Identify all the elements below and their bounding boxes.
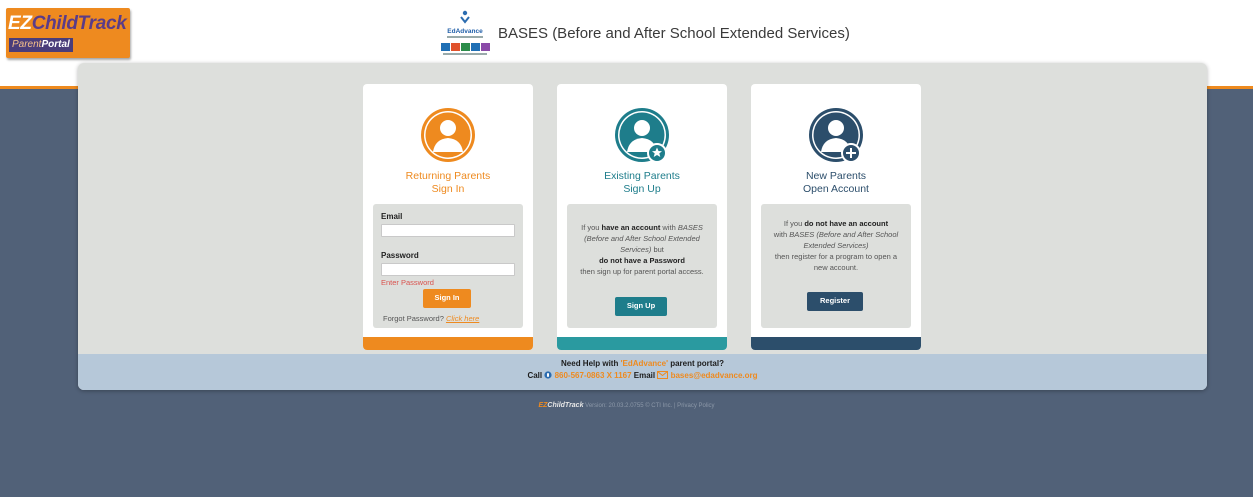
footer-brand: EZChildTrack (538, 402, 584, 409)
signin-button[interactable]: Sign In (423, 289, 471, 308)
returning-parents-card: Returning Parents Sign In Email Password… (363, 84, 533, 350)
forgot-password: Forgot Password? Click here (383, 314, 480, 323)
help-contact: Call 860-567-0863 X 1167 Email bases@eda… (527, 371, 758, 380)
new-parents-card: New Parents Open Account If you do not h… (751, 84, 921, 350)
parent-avatar-icon (421, 108, 475, 162)
help-phone[interactable]: 860-567-0863 X 1167 (555, 371, 632, 380)
footer: EZChildTrack Version: 20.03.2.0755 © CTI… (0, 402, 1253, 409)
logo-parent-portal: ParentPortal (9, 38, 73, 52)
forgot-password-link[interactable]: Click here (446, 314, 479, 323)
existing-parents-card: Existing Parents Sign Up If you have an … (557, 84, 727, 350)
help-email[interactable]: bases@edadvance.org (671, 371, 758, 380)
help-heading: Need Help with 'EdAdvance' parent portal… (561, 359, 724, 368)
edadvance-logo: EdAdvance (441, 10, 490, 55)
register-description: If you do not have an account with BASES… (773, 219, 899, 272)
card-accent-bar (363, 337, 533, 350)
register-button[interactable]: Register (807, 292, 863, 311)
signin-form: Email Password Enter Password Sign In Fo… (373, 204, 523, 328)
page-title: BASES (Before and After School Extended … (498, 25, 850, 42)
signup-description: If you have an account with BASES (Befor… (580, 223, 704, 276)
main-panel: Returning Parents Sign In Email Password… (78, 63, 1207, 390)
email-icon (657, 371, 669, 379)
password-field[interactable] (381, 263, 515, 276)
password-label: Password (381, 251, 419, 260)
card-accent-bar (751, 337, 921, 350)
svg-text:EdAdvance: EdAdvance (447, 28, 483, 35)
password-error: Enter Password (381, 278, 434, 287)
email-label: Email (381, 212, 403, 221)
footer-version[interactable]: Version: 20.03.2.0755 © CTI Inc. | Priva… (585, 403, 714, 409)
ezchildtrack-logo[interactable]: EZChildTrack ParentPortal (6, 8, 130, 58)
help-strip: Need Help with 'EdAdvance' parent portal… (78, 354, 1207, 390)
parent-star-icon (615, 108, 669, 163)
card-accent-bar (557, 337, 727, 350)
card-title: New Parents Open Account (803, 170, 869, 195)
phone-icon (544, 371, 552, 379)
card-title: Existing Parents Sign Up (604, 170, 680, 195)
logo-wordmark: EZChildTrack (8, 13, 127, 34)
signup-info: If you have an account with BASES (Befor… (567, 204, 717, 328)
parent-add-icon (809, 108, 863, 163)
email-field[interactable] (381, 224, 515, 237)
card-title: Returning Parents Sign In (405, 170, 491, 195)
signup-button[interactable]: Sign Up (615, 297, 667, 316)
register-info: If you do not have an account with BASES… (761, 204, 911, 328)
